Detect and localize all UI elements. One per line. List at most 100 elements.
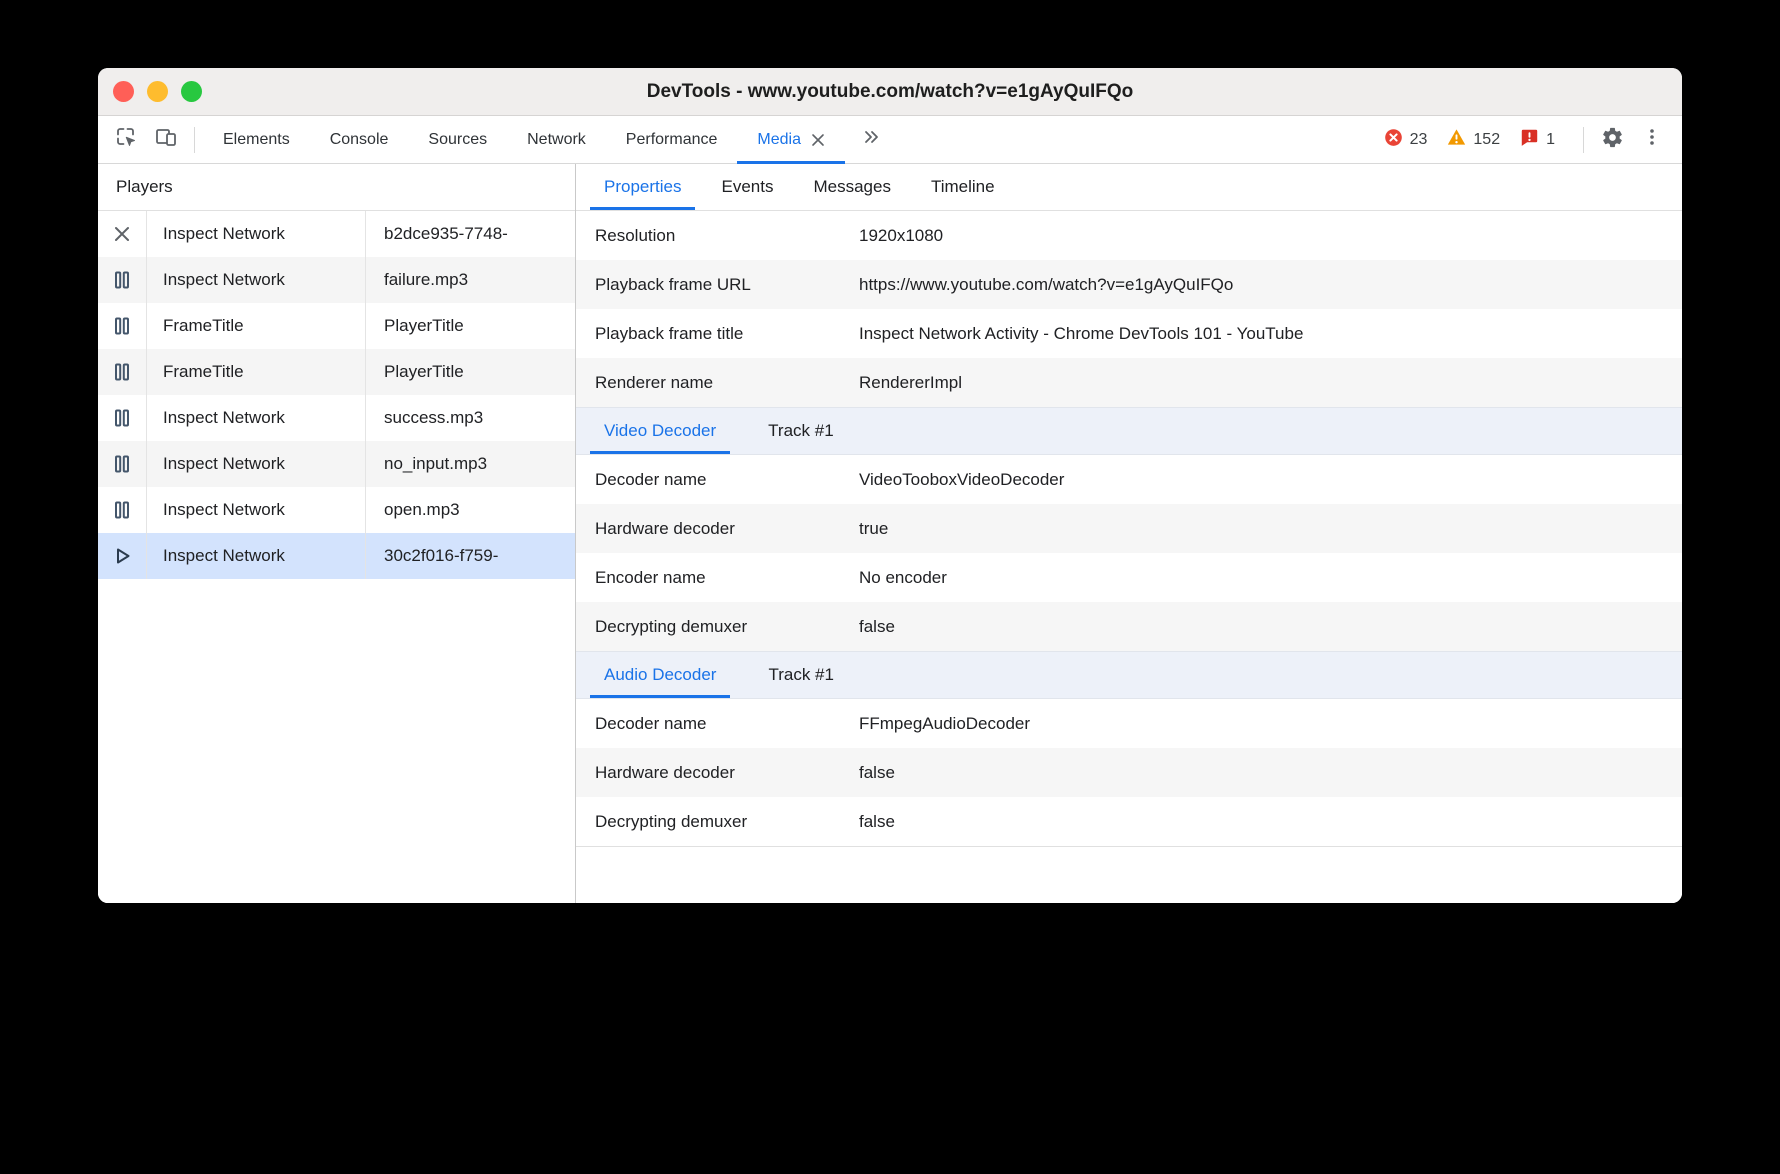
- errors-badge[interactable]: 23: [1384, 128, 1428, 152]
- property-label: Decoder name: [576, 455, 841, 504]
- tab-label: Sources: [428, 131, 487, 149]
- issues-count: 1: [1546, 131, 1555, 149]
- tab-label: Elements: [223, 131, 290, 149]
- player-row[interactable]: Inspect Networkb2dce935-7748-: [98, 211, 575, 257]
- player-frame-title: FrameTitle: [147, 303, 366, 349]
- player-name: PlayerTitle: [366, 349, 575, 395]
- customize-menu-button[interactable]: [1632, 120, 1672, 160]
- decoder-track-tab[interactable]: Track #1: [754, 408, 848, 454]
- property-row: Decrypting demuxerfalse: [576, 797, 1682, 846]
- player-row[interactable]: Inspect Networkfailure.mp3: [98, 257, 575, 303]
- property-value: No encoder: [841, 553, 1682, 602]
- detail-tab-timeline[interactable]: Timeline: [917, 164, 1009, 210]
- decoder-section-tab[interactable]: Video Decoder: [590, 408, 730, 454]
- tab-performance[interactable]: Performance: [606, 116, 738, 164]
- property-label: Hardware decoder: [576, 748, 841, 797]
- player-name: failure.mp3: [366, 257, 575, 303]
- property-row: Renderer nameRendererImpl: [576, 358, 1682, 407]
- decoder-section-header: Audio Decoder Track #1: [576, 651, 1682, 699]
- property-value: https://www.youtube.com/watch?v=e1gAyQuI…: [841, 260, 1682, 309]
- general-properties: Resolution1920x1080Playback frame URLhtt…: [576, 211, 1682, 407]
- player-detail-panel: Properties Events Messages Timeline Resolut…: [576, 164, 1682, 903]
- panel-tabs: Elements Console Sources Network Performance…: [203, 116, 845, 163]
- minimize-window-button[interactable]: [147, 81, 168, 102]
- property-row: Hardware decodertrue: [576, 504, 1682, 553]
- pause-icon: [98, 395, 147, 441]
- player-frame-title: Inspect Network: [147, 211, 366, 257]
- window-title: DevTools - www.youtube.com/watch?v=e1gAy…: [647, 81, 1134, 103]
- player-row[interactable]: Inspect Networksuccess.mp3: [98, 395, 575, 441]
- property-row: Playback frame titleInspect Network Acti…: [576, 309, 1682, 358]
- devtools-window: DevTools - www.youtube.com/watch?v=e1gAy…: [98, 68, 1682, 903]
- property-row: Playback frame URLhttps://www.youtube.co…: [576, 260, 1682, 309]
- player-name: success.mp3: [366, 395, 575, 441]
- player-row[interactable]: FrameTitlePlayerTitle: [98, 349, 575, 395]
- close-window-button[interactable]: [113, 81, 134, 102]
- player-row[interactable]: Inspect Networkno_input.mp3: [98, 441, 575, 487]
- tab-elements[interactable]: Elements: [203, 116, 310, 164]
- decoder-section-tab[interactable]: Audio Decoder: [590, 652, 730, 698]
- detail-tab-properties[interactable]: Properties: [590, 164, 695, 210]
- property-label: Decrypting demuxer: [576, 602, 841, 651]
- titlebar: DevTools - www.youtube.com/watch?v=e1gAy…: [98, 68, 1682, 116]
- tab-console[interactable]: Console: [310, 116, 409, 164]
- player-frame-title: FrameTitle: [147, 349, 366, 395]
- player-frame-title: Inspect Network: [147, 257, 366, 303]
- property-row: Resolution1920x1080: [576, 211, 1682, 260]
- player-frame-title: Inspect Network: [147, 395, 366, 441]
- property-label: Hardware decoder: [576, 504, 841, 553]
- property-row: Decoder nameFFmpegAudioDecoder: [576, 699, 1682, 748]
- devtools-toolbar: Elements Console Sources Network Performance…: [98, 116, 1682, 164]
- inspect-element-button[interactable]: [106, 120, 146, 160]
- device-toolbar-icon: [154, 125, 178, 154]
- warning-icon: [1447, 128, 1466, 152]
- player-frame-title: Inspect Network: [147, 487, 366, 533]
- traffic-lights: [113, 68, 202, 115]
- settings-button[interactable]: [1592, 120, 1632, 160]
- property-value: false: [841, 602, 1682, 651]
- pause-icon: [98, 487, 147, 533]
- more-tabs-button[interactable]: [845, 120, 897, 160]
- inspect-icon: [114, 125, 138, 154]
- player-name: 30c2f016-f759-: [366, 533, 575, 579]
- property-label: Decoder name: [576, 699, 841, 748]
- tab-media[interactable]: Media: [737, 116, 845, 164]
- property-row: Decoder nameVideoTooboxVideoDecoder: [576, 455, 1682, 504]
- tab-network[interactable]: Network: [507, 116, 606, 164]
- detail-tab-events[interactable]: Events: [707, 164, 787, 210]
- issues-icon: [1520, 128, 1539, 152]
- player-row[interactable]: Inspect Networkopen.mp3: [98, 487, 575, 533]
- toolbar-divider: [194, 127, 195, 153]
- property-row: Encoder nameNo encoder: [576, 553, 1682, 602]
- zoom-window-button[interactable]: [181, 81, 202, 102]
- error-icon: [1384, 128, 1403, 152]
- property-value: VideoTooboxVideoDecoder: [841, 455, 1682, 504]
- warnings-badge[interactable]: 152: [1447, 128, 1500, 152]
- player-name: no_input.mp3: [366, 441, 575, 487]
- players-list: Inspect Networkb2dce935-7748-Inspect Net…: [98, 211, 575, 579]
- property-row: Decrypting demuxerfalse: [576, 602, 1682, 651]
- player-name: open.mp3: [366, 487, 575, 533]
- toolbar-divider: [1583, 127, 1584, 153]
- property-label: Decrypting demuxer: [576, 797, 841, 846]
- players-panel: Players Inspect Networkb2dce935-7748-Ins…: [98, 164, 576, 903]
- property-value: RendererImpl: [841, 358, 1682, 407]
- close-media-tab-icon[interactable]: [811, 133, 825, 147]
- tab-sources[interactable]: Sources: [408, 116, 507, 164]
- kebab-menu-icon: [1642, 127, 1662, 152]
- player-row[interactable]: FrameTitlePlayerTitle: [98, 303, 575, 349]
- player-row[interactable]: Inspect Network30c2f016-f759-: [98, 533, 575, 579]
- property-value: Inspect Network Activity - Chrome DevToo…: [841, 309, 1682, 358]
- property-label: Resolution: [576, 211, 841, 260]
- property-value: false: [841, 797, 1682, 846]
- issues-badge[interactable]: 1: [1520, 128, 1555, 152]
- device-toolbar-button[interactable]: [146, 120, 186, 160]
- player-frame-title: Inspect Network: [147, 533, 366, 579]
- decoder-track-tab[interactable]: Track #1: [754, 652, 848, 698]
- pause-icon: [98, 349, 147, 395]
- detail-tabs: Properties Events Messages Timeline: [576, 164, 1682, 211]
- detail-tab-messages[interactable]: Messages: [799, 164, 904, 210]
- players-panel-title: Players: [98, 164, 575, 211]
- property-value: false: [841, 748, 1682, 797]
- tab-label: Network: [527, 131, 586, 149]
